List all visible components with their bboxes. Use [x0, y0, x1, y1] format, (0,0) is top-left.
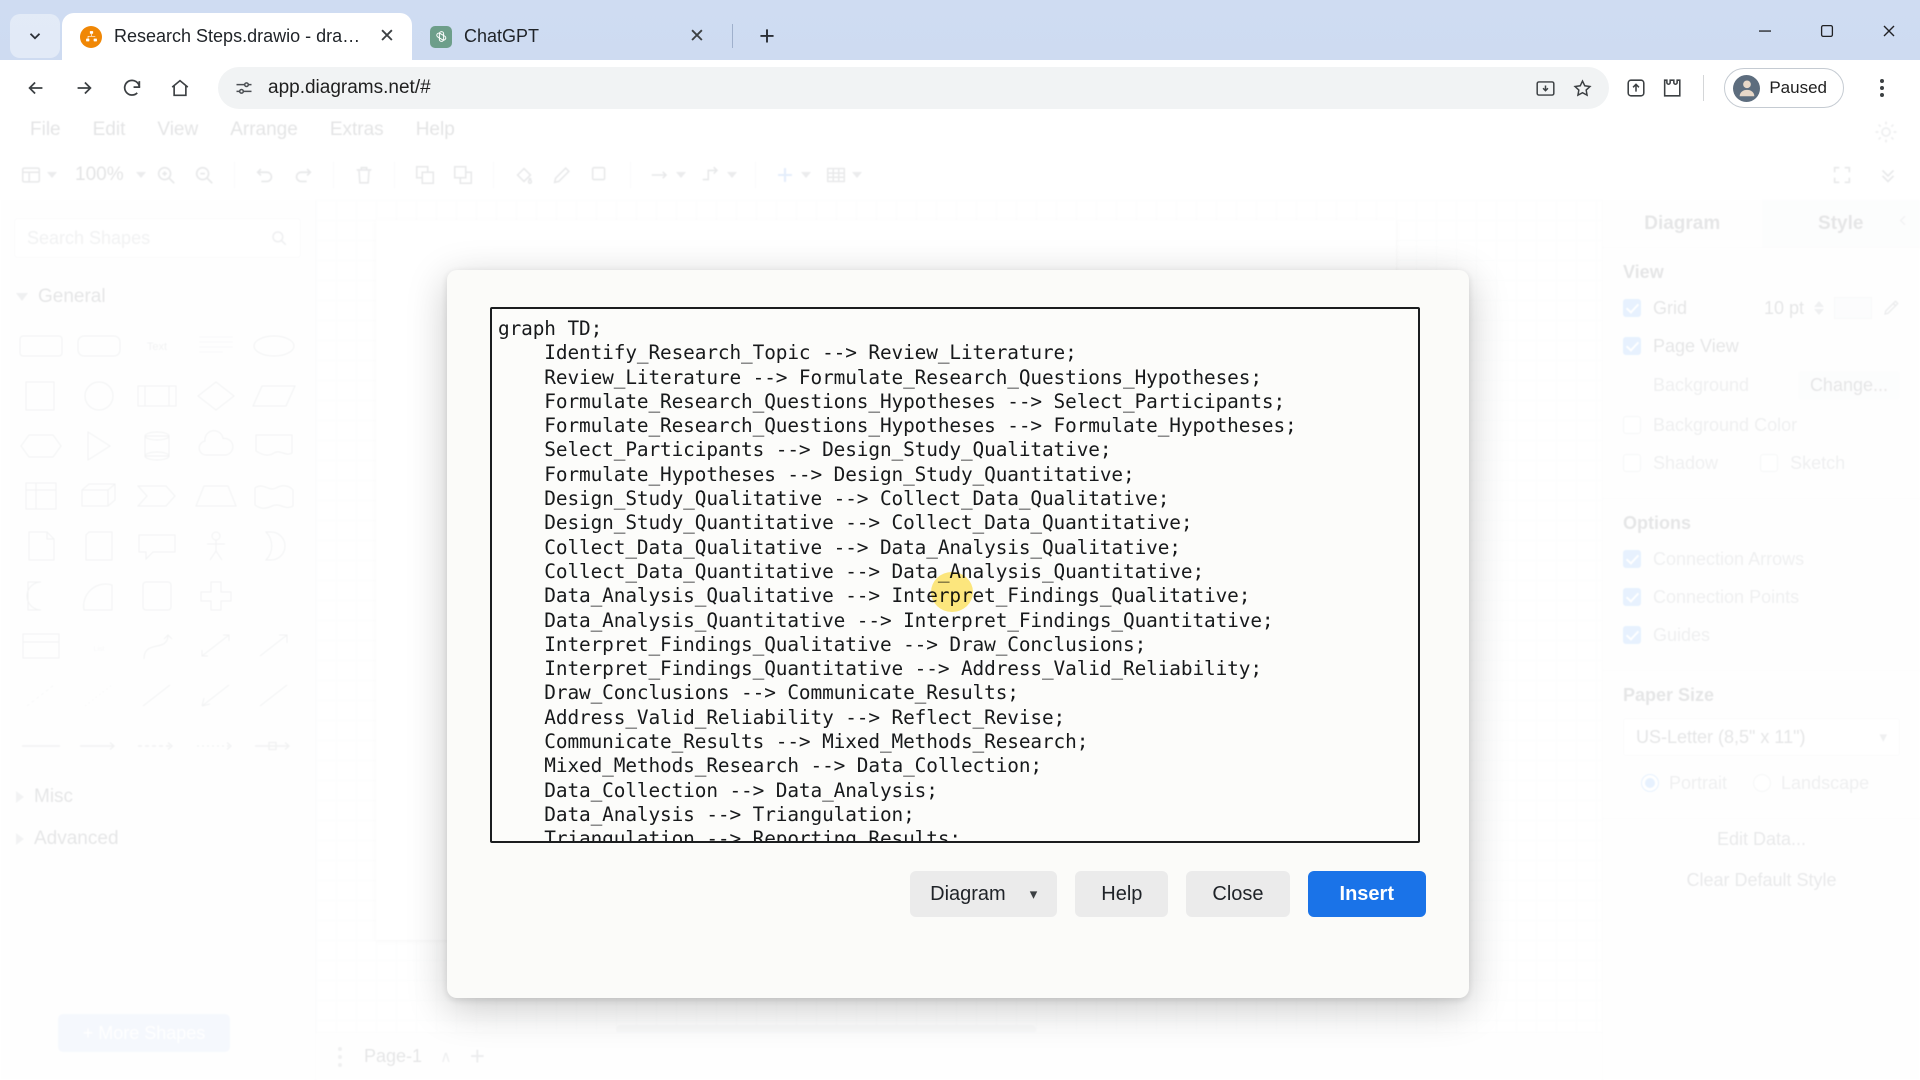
share-upload-icon[interactable] — [1625, 77, 1647, 99]
home-button[interactable] — [158, 66, 202, 110]
profile-status-label: Paused — [1769, 78, 1827, 97]
drawio-icon — [80, 25, 102, 48]
forward-button[interactable] — [62, 66, 106, 110]
tab-close-button[interactable]: ✕ — [684, 24, 710, 50]
window-minimize-button[interactable] — [1734, 8, 1796, 54]
insert-button[interactable]: Insert — [1307, 871, 1426, 917]
help-button[interactable]: Help — [1075, 871, 1169, 917]
avatar-icon — [1739, 80, 1755, 97]
url-text: app.diagrams.net/# — [268, 77, 431, 98]
close-button[interactable]: Close — [1186, 871, 1290, 917]
tab-strip: Research Steps.drawio - draw.io ✕ ChatGP… — [0, 8, 1920, 60]
extension-icons: Paused — [1625, 68, 1906, 108]
site-settings-icon[interactable] — [234, 78, 254, 98]
tab-divider — [732, 24, 733, 48]
dialog-actions: Diagram ▾ Help Close Insert — [490, 871, 1426, 917]
tab-title: ChatGPT — [464, 26, 540, 46]
back-button[interactable] — [14, 66, 58, 110]
profile-button[interactable]: Paused — [1724, 68, 1844, 108]
browser-menu-button[interactable] — [1862, 68, 1902, 108]
install-app-icon[interactable] — [1535, 78, 1556, 99]
browser-tab-drawio[interactable]: Research Steps.drawio - draw.io ✕ — [62, 13, 412, 60]
tab-search-button[interactable] — [10, 14, 60, 58]
chevron-down-icon — [29, 33, 41, 40]
omnibox-actions — [1535, 78, 1593, 99]
maximize-icon — [1820, 24, 1834, 38]
browser-toolbar: app.diagrams.net/# Paused — [0, 60, 1920, 116]
drawio-glyph — [85, 31, 97, 42]
new-tab-button[interactable]: + — [747, 16, 787, 56]
minimize-icon — [1759, 30, 1771, 32]
bookmark-star-icon[interactable] — [1572, 78, 1593, 99]
close-icon — [1883, 25, 1895, 37]
chatgpt-icon — [430, 25, 452, 48]
address-bar[interactable]: app.diagrams.net/# — [218, 67, 1610, 109]
reload-button[interactable] — [110, 66, 154, 110]
mermaid-code-editor[interactable]: graph TD; Identify_Research_Topic --> Re… — [490, 307, 1420, 843]
window-maximize-button[interactable] — [1796, 8, 1858, 54]
browser-chrome: Research Steps.drawio - draw.io ✕ ChatGP… — [0, 0, 1920, 116]
arrow-left-icon — [28, 81, 43, 95]
mermaid-code-text[interactable]: graph TD; Identify_Research_Topic --> Re… — [498, 317, 1414, 841]
window-controls — [1734, 8, 1920, 60]
toolbar-divider — [1703, 75, 1705, 101]
window-close-button[interactable] — [1858, 8, 1920, 54]
diagram-type-select[interactable]: Diagram ▾ — [910, 871, 1058, 917]
diagram-type-value: Diagram — [930, 882, 1006, 905]
tab-title: Research Steps.drawio - draw.io — [114, 26, 362, 46]
browser-tab-chatgpt[interactable]: ChatGPT ✕ — [412, 13, 722, 60]
reload-icon — [123, 79, 141, 96]
extensions-puzzle-icon[interactable] — [1661, 77, 1683, 99]
chevron-down-icon: ▾ — [1029, 886, 1038, 903]
chatgpt-glyph — [435, 31, 446, 42]
kebab-dot — [1880, 86, 1884, 90]
kebab-dot — [1880, 93, 1884, 97]
tab-close-button[interactable]: ✕ — [374, 24, 400, 50]
home-icon — [171, 79, 189, 97]
kebab-dot — [1880, 79, 1884, 83]
arrow-right-icon — [77, 81, 92, 95]
avatar — [1733, 74, 1761, 102]
mermaid-insert-dialog: graph TD; Identify_Research_Topic --> Re… — [447, 270, 1469, 998]
